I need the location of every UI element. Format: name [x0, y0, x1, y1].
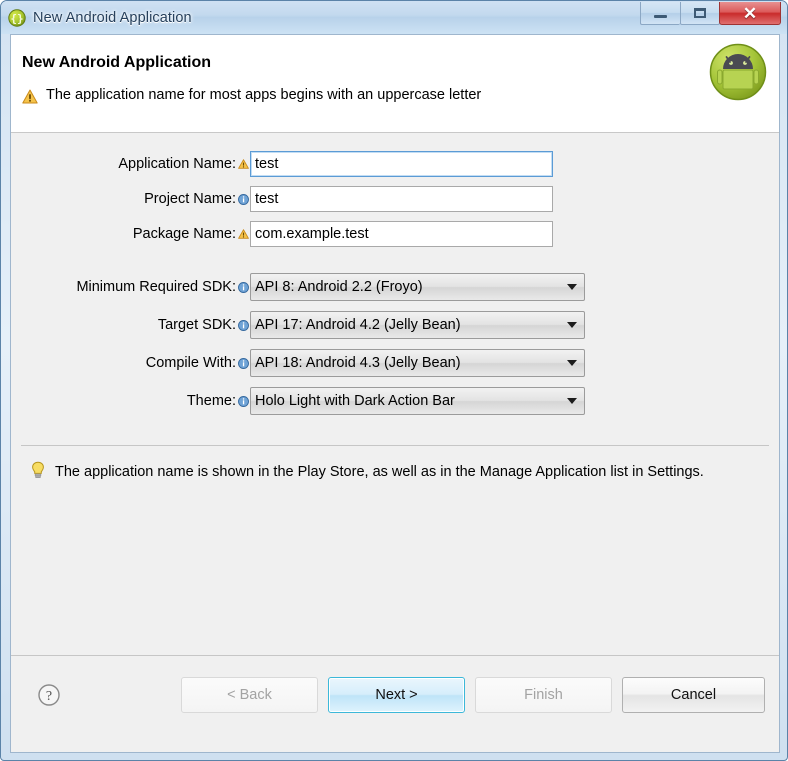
field-row-package-name: Package Name: — [11, 221, 779, 247]
svg-text:?: ? — [46, 689, 52, 704]
warning-icon — [237, 159, 250, 169]
chevron-down-icon — [560, 350, 584, 376]
back-button-label: < Back — [227, 687, 272, 703]
back-button[interactable]: < Back — [181, 677, 318, 713]
help-question-icon[interactable]: ? — [37, 683, 61, 712]
cancel-button[interactable]: Cancel — [622, 677, 765, 713]
window-title: New Android Application — [33, 9, 192, 26]
header-message-text: The application name for most apps begin… — [46, 87, 482, 103]
hint-text: The application name is shown in the Pla… — [55, 464, 704, 480]
finish-button-label: Finish — [524, 687, 563, 703]
minimize-button[interactable] — [640, 2, 680, 25]
compile-with-dropdown[interactable]: API 18: Android 4.3 (Jelly Bean) — [250, 349, 585, 377]
label-package-name: Package Name: — [132, 226, 236, 242]
dialog-client-area: New Android Application The application … — [10, 34, 780, 753]
theme-dropdown[interactable]: Holo Light with Dark Action Bar — [250, 387, 585, 415]
theme-value: Holo Light with Dark Action Bar — [255, 393, 455, 409]
dialog-buttons: < Back Next > Finish Cancel — [181, 677, 765, 713]
field-row-application-name: Application Name: — [11, 151, 779, 177]
warning-icon — [22, 89, 38, 104]
label-target-sdk: Target SDK: — [157, 317, 236, 333]
next-button[interactable]: Next > — [328, 677, 465, 713]
page-title: New Android Application — [22, 54, 212, 71]
field-row-minimum-sdk: Minimum Required SDK: API 8: Android 2.2… — [11, 273, 779, 301]
header-message-row: The application name for most apps begin… — [22, 87, 481, 104]
lightbulb-icon — [31, 461, 45, 484]
label-minimum-sdk: Minimum Required SDK: — [76, 279, 236, 295]
target-sdk-value: API 17: Android 4.2 (Jelly Bean) — [255, 317, 461, 333]
android-braces-icon: {} — [8, 8, 26, 27]
svg-text:{}: {} — [10, 12, 23, 25]
close-button[interactable]: ✕ — [719, 2, 781, 25]
info-icon — [237, 357, 250, 369]
cancel-button-label: Cancel — [670, 687, 717, 703]
info-icon — [237, 395, 250, 407]
label-theme: Theme: — [186, 393, 236, 409]
wizard-header: New Android Application The application … — [11, 35, 779, 133]
dialog-window: {} New Android Application ✕ New Android… — [0, 0, 788, 761]
hint-area: The application name is shown in the Pla… — [11, 445, 779, 655]
info-icon — [237, 193, 250, 205]
title-bar[interactable]: {} New Android Application ✕ — [1, 1, 787, 34]
info-icon — [237, 281, 250, 293]
field-row-target-sdk: Target SDK: API 17: Android 4.2 (Jelly B… — [11, 311, 779, 339]
android-robot-icon — [709, 43, 767, 106]
minimize-icon — [654, 15, 667, 18]
package-name-input[interactable] — [250, 221, 553, 247]
field-row-theme: Theme: Holo Light with Dark Action Bar — [11, 387, 779, 415]
application-name-input[interactable] — [250, 151, 553, 177]
target-sdk-dropdown[interactable]: API 17: Android 4.2 (Jelly Bean) — [250, 311, 585, 339]
chevron-down-icon — [560, 388, 584, 414]
chevron-down-icon — [560, 274, 584, 300]
close-icon: ✕ — [742, 3, 758, 23]
next-button-label: Next > — [375, 687, 418, 703]
minimum-sdk-value: API 8: Android 2.2 (Froyo) — [255, 279, 423, 295]
minimum-sdk-dropdown[interactable]: API 8: Android 2.2 (Froyo) — [250, 273, 585, 301]
field-row-project-name: Project Name: — [11, 186, 779, 212]
label-application-name: Application Name: — [118, 156, 236, 172]
warning-icon — [237, 229, 250, 239]
hint-row: The application name is shown in the Pla… — [31, 461, 721, 484]
finish-button[interactable]: Finish — [475, 677, 612, 713]
info-icon — [237, 319, 250, 331]
project-name-input[interactable] — [250, 186, 553, 212]
button-bar: ? < Back Next > Finish Cancel — [11, 655, 779, 751]
form-area: Application Name: Project Name: — [11, 133, 779, 445]
compile-with-value: API 18: Android 4.3 (Jelly Bean) — [255, 355, 461, 371]
maximize-icon — [694, 8, 706, 18]
window-controls: ✕ — [640, 2, 781, 25]
chevron-down-icon — [560, 312, 584, 338]
label-project-name: Project Name: — [144, 191, 236, 207]
maximize-button[interactable] — [680, 2, 720, 25]
hint-separator — [21, 445, 769, 446]
label-compile-with: Compile With: — [145, 355, 236, 371]
field-row-compile-with: Compile With: API 18: Android 4.3 (Jelly… — [11, 349, 779, 377]
